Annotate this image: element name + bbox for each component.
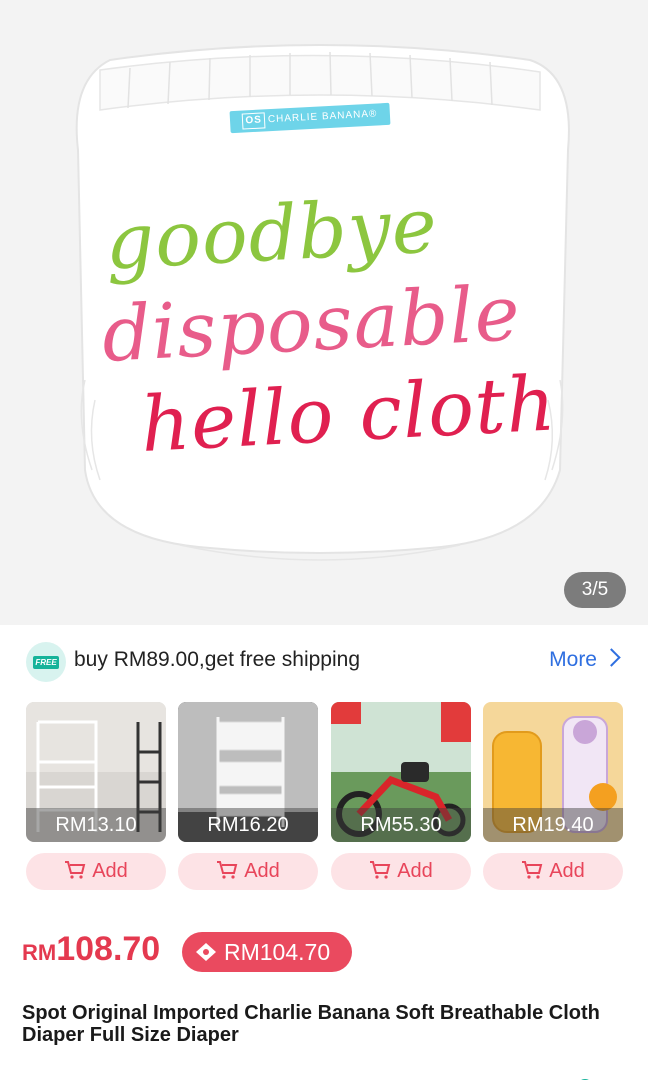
coupon-price-badge[interactable]: RM104.70	[182, 932, 352, 972]
cart-icon	[522, 860, 543, 879]
add-to-cart-button[interactable]: Add	[483, 853, 623, 890]
coupon-price: RM104.70	[224, 939, 331, 965]
add-label: Add	[244, 860, 280, 882]
coupon-icon	[196, 943, 216, 961]
addon-product-card[interactable]: RM19.40 Add	[483, 702, 623, 892]
image-page-indicator: 3/5	[564, 572, 626, 608]
addon-product-card[interactable]: RM13.10 Add	[26, 702, 166, 892]
price-row: RM108.70 RM104.70	[22, 930, 622, 976]
current-price: RM108.70	[22, 930, 160, 969]
add-to-cart-button[interactable]: Add	[26, 853, 166, 890]
more-link[interactable]: More	[549, 648, 621, 672]
addon-product-card[interactable]: RM55.30 Add	[331, 702, 471, 892]
more-label: More	[549, 648, 597, 671]
addon-products: RM13.10 Add RM16.20 Add RM55.30 Add RM19…	[26, 702, 626, 892]
add-label: Add	[549, 860, 585, 882]
cart-icon	[217, 860, 238, 879]
addon-product-card[interactable]: RM16.20 Add	[178, 702, 318, 892]
diaper-slogan: goodbye disposable hello cloth	[100, 174, 558, 473]
addon-price: RM13.10	[26, 808, 166, 842]
add-label: Add	[397, 860, 433, 882]
storage-cart-image[interactable]: RM16.20	[178, 702, 318, 842]
tricycle-image[interactable]: RM55.30	[331, 702, 471, 842]
addon-price: RM55.30	[331, 808, 471, 842]
add-to-cart-button[interactable]: Add	[178, 853, 318, 890]
bottom-bar-hint	[440, 1073, 600, 1080]
free-shipping-row[interactable]: FREE buy RM89.00,get free shipping More	[0, 638, 648, 684]
brand-name: CHARLIE BANANA®	[267, 108, 378, 126]
free-shipping-icon: FREE	[26, 642, 66, 682]
free-shipping-text: buy RM89.00,get free shipping	[74, 648, 361, 671]
product-title: Spot Original Imported Charlie Banana So…	[22, 1002, 600, 1046]
product-image[interactable]: OS CHARLIE BANANA® goodbye disposable hel…	[0, 0, 648, 625]
price-amount: 108.70	[56, 930, 161, 968]
free-tag: FREE	[33, 656, 59, 669]
cart-icon	[370, 860, 391, 879]
currency: RM	[22, 940, 57, 965]
add-to-cart-button[interactable]: Add	[331, 853, 471, 890]
water-bottle-image[interactable]: RM19.40	[483, 702, 623, 842]
add-label: Add	[92, 860, 128, 882]
cart-icon	[65, 860, 86, 879]
addon-price: RM16.20	[178, 808, 318, 842]
clothes-rack-image[interactable]: RM13.10	[26, 702, 166, 842]
size-badge: OS	[242, 112, 266, 130]
addon-price: RM19.40	[483, 808, 623, 842]
chevron-right-icon	[602, 648, 621, 667]
